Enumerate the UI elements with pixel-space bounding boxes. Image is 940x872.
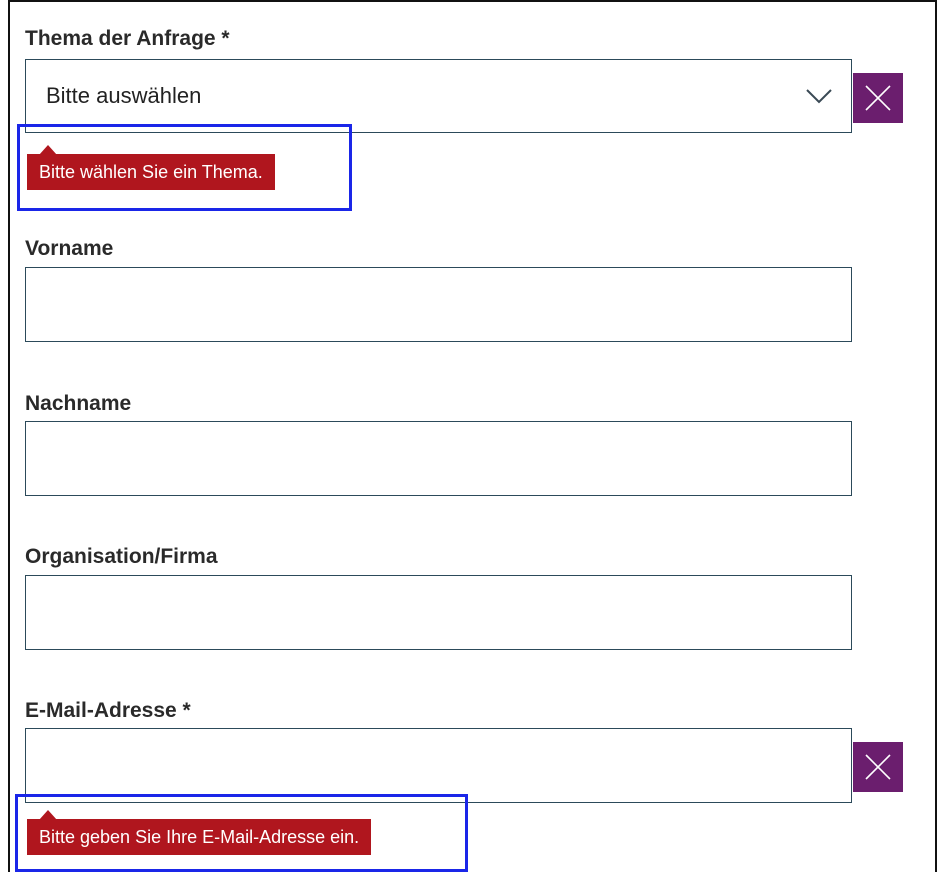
close-icon bbox=[865, 85, 891, 111]
topic-select-value: Bitte auswählen bbox=[46, 83, 202, 108]
close-icon bbox=[865, 754, 891, 780]
topic-clear-button[interactable] bbox=[853, 73, 903, 123]
topic-select[interactable]: Bitte auswählen bbox=[25, 59, 852, 133]
email-label: E-Mail-Adresse * bbox=[25, 699, 191, 722]
first-name-input[interactable] bbox=[25, 267, 852, 342]
organisation-label: Organisation/Firma bbox=[25, 545, 218, 568]
last-name-input[interactable] bbox=[25, 421, 852, 496]
email-error-highlight bbox=[15, 794, 468, 872]
topic-error-highlight bbox=[17, 124, 352, 211]
email-clear-button[interactable] bbox=[853, 742, 903, 792]
chevron-down-icon bbox=[806, 89, 832, 104]
email-input[interactable] bbox=[25, 728, 852, 803]
organisation-input[interactable] bbox=[25, 575, 852, 650]
first-name-label: Vorname bbox=[25, 237, 114, 260]
last-name-label: Nachname bbox=[25, 392, 132, 415]
topic-label: Thema der Anfrage * bbox=[25, 27, 230, 50]
